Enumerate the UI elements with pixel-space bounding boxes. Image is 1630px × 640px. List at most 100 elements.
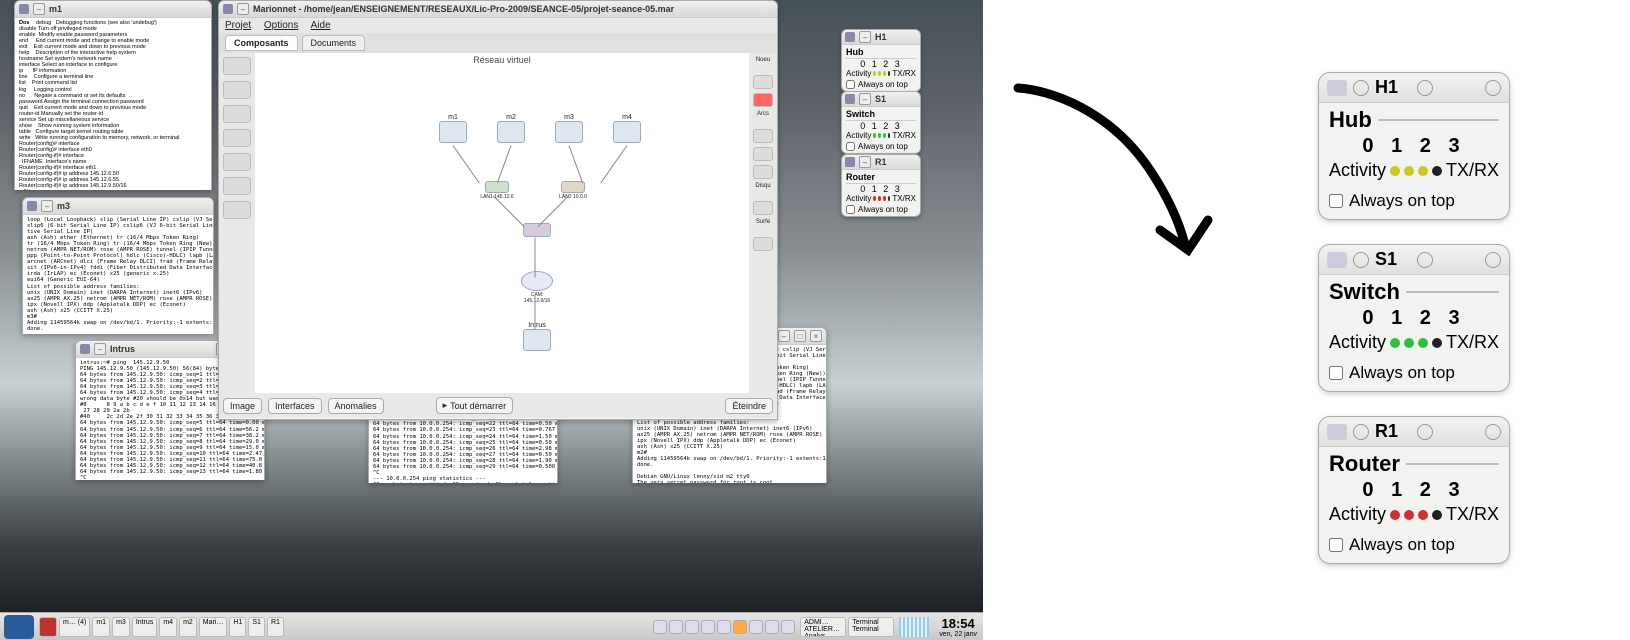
tray-icon[interactable] [781,620,795,634]
maximize-button[interactable]: □ [794,330,806,342]
tool-cloud-icon[interactable] [223,177,251,195]
menu-options[interactable]: Options [264,20,298,31]
panel-s1-small[interactable]: –S1 Switch 0 1 2 3 ActivityTX/RX Always … [841,91,921,154]
heart-icon[interactable] [1417,252,1433,268]
task-button[interactable]: m2 [179,617,197,637]
panel-h1-small[interactable]: –H1 Hub 0 1 2 3 ActivityTX/RX Always on … [841,29,921,92]
task-group-b[interactable]: Terminal Terminal [848,617,894,637]
tool-cable-icon[interactable] [223,153,251,171]
tool-icon[interactable] [753,129,773,143]
close-button[interactable]: × [810,330,822,342]
terminal-m3-window[interactable]: – m3 loop (Local Loopback) slip (Serial … [22,197,214,334]
s1b-aot[interactable]: Always on top [1329,363,1499,383]
node-m1[interactable]: m1 [435,113,471,143]
panel-r1-big[interactable]: R1 Router 0 1 2 3 ActivityTX/RX Always o… [1318,416,1510,564]
tool-icon[interactable] [753,237,773,251]
tray-icon[interactable] [653,620,667,634]
task-button[interactable]: S1 [248,617,265,637]
tray-icon[interactable] [685,620,699,634]
menubar[interactable]: Projet Options Aide [219,18,777,33]
node-m2[interactable]: m2 [493,113,529,143]
kmenu-button[interactable] [4,615,34,639]
tray-icon[interactable] [669,620,683,634]
node-s1[interactable]: LAN1 145.12.6 [479,181,515,200]
node-m3[interactable]: m3 [551,113,587,143]
minimize-button[interactable]: – [859,93,871,105]
m3-output[interactable]: loop (Local Loopback) slip (Serial Line … [23,215,213,334]
r1b-aot[interactable]: Always on top [1329,535,1499,555]
tray-icon[interactable] [765,620,779,634]
panel-h1-big[interactable]: H1 Hub 0 1 2 3 ActivityTX/RX Always on t… [1318,72,1510,220]
tool-misc-icon[interactable] [223,201,251,219]
tool-icon[interactable] [753,165,773,179]
aot-checkbox[interactable] [846,142,855,151]
node-intrus[interactable]: Intrus [519,321,555,351]
tool-router-icon[interactable] [223,129,251,147]
tool-hub-icon[interactable] [223,81,251,99]
task-button[interactable]: R1 [267,617,284,637]
node-m4[interactable]: m4 [609,113,645,143]
task-button[interactable]: m… (4) [59,617,90,637]
r1-aot[interactable]: Always on top [846,205,916,214]
m1-titlebar[interactable]: – m1 [15,1,211,18]
minimize-button[interactable]: – [94,343,106,355]
tab-documents[interactable]: Documents [302,35,366,51]
tray-icon[interactable] [733,620,747,634]
panel-r1-small[interactable]: –R1 Router 0 1 2 3 ActivityTX/RX Always … [841,154,921,217]
cpu-meter-icon[interactable] [899,617,929,637]
aot-checkbox[interactable] [846,80,855,89]
m3-titlebar[interactable]: – m3 [23,198,213,215]
tab-interfaces[interactable]: Interfaces [268,398,322,414]
marionnet-titlebar[interactable]: – Marionnet - /home/jean/ENSEIGNEMENT/RE… [219,1,777,18]
marionnet-window[interactable]: – Marionnet - /home/jean/ENSEIGNEMENT/RE… [218,0,778,420]
minimize-button[interactable]: – [41,200,53,212]
minimize-button[interactable] [1353,424,1369,440]
task-group-a[interactable]: ADMI… ATELIER… Analys… BRIGO… [800,617,846,637]
s1-aot[interactable]: Always on top [846,142,916,151]
taskbar[interactable]: m… (4) m1 m3 Intrus m4 m2 Mari… H1 S1 R1… [0,612,983,640]
close-button[interactable] [1485,252,1501,268]
task-button[interactable]: Mari… [199,617,228,637]
tab-composants[interactable]: Composants [225,35,298,51]
network-canvas[interactable]: Réseau virtuel m1 m2 m3 m4 LAN1 145.12.6… [255,53,749,393]
minimize-button[interactable]: – [33,3,45,15]
node-h1[interactable]: LAN2 10.0.0 [555,181,591,200]
panel-s1-big[interactable]: S1 Switch 0 1 2 3 ActivityTX/RX Always o… [1318,244,1510,392]
tool-icon[interactable] [753,75,773,89]
task-button[interactable]: m3 [112,617,130,637]
heart-icon[interactable] [1417,80,1433,96]
aot-checkbox[interactable] [1329,366,1343,380]
tool-icon[interactable] [753,93,773,107]
heart-icon[interactable] [1417,424,1433,440]
button-eteindre[interactable]: Éteindre [725,398,773,414]
minimize-button[interactable]: – [859,31,871,43]
tool-icon[interactable] [753,201,773,215]
h1b-aot[interactable]: Always on top [1329,191,1499,211]
clock[interactable]: 18:54 ven, 22 janv [933,616,983,638]
task-button[interactable]: m4 [159,617,177,637]
tray-icon[interactable] [701,620,715,634]
aot-checkbox[interactable] [1329,194,1343,208]
minimize-button[interactable] [1353,252,1369,268]
terminal-m1-window[interactable]: – m1 Dos debug Debugging functions (see … [14,0,212,190]
button-tout-demarrer[interactable]: ▸Tout démarrer [436,397,514,414]
minimize-button[interactable] [1353,80,1369,96]
aot-checkbox[interactable] [1329,538,1343,552]
minimize-button[interactable]: – [778,330,790,342]
h1-aot[interactable]: Always on top [846,80,916,89]
tray-icon[interactable] [749,620,763,634]
tool-icon[interactable] [753,147,773,161]
tab-image[interactable]: Image [223,398,262,414]
minimize-button[interactable]: – [859,156,871,168]
minimize-button[interactable]: – [237,3,249,15]
tool-switch-icon[interactable] [223,105,251,123]
tool-machine-icon[interactable] [223,57,251,75]
close-button[interactable] [1485,80,1501,96]
tab-anomalies[interactable]: Anomalies [328,398,384,414]
task-button[interactable]: Intrus [132,617,158,637]
m1-output[interactable]: Dos debug Debugging functions (see also … [15,18,211,190]
task-button[interactable]: H1 [229,617,246,637]
menu-aide[interactable]: Aide [311,20,331,31]
task-app-icon[interactable] [39,617,57,637]
menu-projet[interactable]: Projet [225,20,251,31]
